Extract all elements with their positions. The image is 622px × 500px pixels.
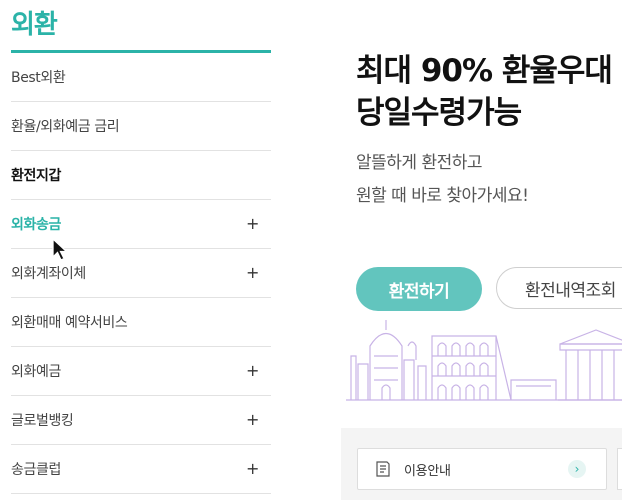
usage-guide-card[interactable]: 이용안내 › [357,448,607,490]
sidebar-item-label: Best외환 [11,70,66,86]
sidebar-item-overseas-remittance[interactable]: 외화송금 + [11,200,271,249]
sidebar-item-fx-deposit[interactable]: 외화예금 + [11,347,271,396]
sidebar: 외환 Best외환 환율/외화예금 금리 환전지갑 외화송금 + 외화계좌이체 … [0,0,271,500]
secondary-info-card[interactable] [617,448,622,490]
hero-subtitle-line2: 원할 때 바로 찾아가세요! [356,186,529,206]
hero-title-line2: 당일수령가능 [356,95,522,131]
sidebar-item-label: 외화송금 [11,217,61,233]
sidebar-item-remittance-club[interactable]: 송금클럽 + [11,445,271,494]
sidebar-item-label: 외화계좌이체 [11,266,86,282]
plus-icon[interactable]: + [246,410,259,429]
hero-subtitle-line1: 알뜰하게 환전하고 [356,153,483,173]
sidebar-item-label: 외환매매 예약서비스 [11,315,128,331]
hero-subtitle: 알뜰하게 환전하고 원할 때 바로 찾아가세요! [356,147,529,213]
sidebar-item-label: 송금클럽 [11,462,61,478]
hero-title-line1: 최대 90% 환율우대 [356,53,613,89]
mouse-cursor-icon [52,238,69,261]
plus-icon[interactable]: + [246,214,259,233]
sidebar-item-global-banking[interactable]: 글로벌뱅킹 + [11,396,271,445]
sidebar-item-label: 환율/외화예금 금리 [11,119,120,135]
sidebar-title: 외환 [11,10,58,40]
usage-guide-label: 이용안내 [404,463,451,479]
exchange-history-button[interactable]: 환전내역조회 [496,267,622,309]
plus-icon[interactable]: + [246,361,259,380]
sidebar-item-exchange-wallet[interactable]: 환전지갑 [11,151,271,200]
hero-title: 최대 90% 환율우대 당일수령가능 [356,50,613,134]
plus-icon[interactable]: + [246,263,259,282]
sidebar-item-fx-reservation[interactable]: 외환매매 예약서비스 [11,298,271,347]
sidebar-item-fx-account-transfer[interactable]: 외화계좌이체 + [11,249,271,298]
sidebar-item-label: 환전지갑 [11,168,61,184]
sidebar-item-label: 글로벌뱅킹 [11,413,74,429]
chevron-right-icon[interactable]: › [568,460,586,478]
main-content: 최대 90% 환율우대 당일수령가능 알뜰하게 환전하고 원할 때 바로 찾아가… [271,0,622,500]
exchange-button[interactable]: 환전하기 [356,267,482,311]
plus-icon[interactable]: + [246,459,259,478]
sidebar-item-exchange-rates[interactable]: 환율/외화예금 금리 [11,102,271,151]
sidebar-item-best-fx[interactable]: Best외환 [11,53,271,102]
sidebar-item-label: 외화예금 [11,364,61,380]
sidebar-menu: Best외환 환율/외화예금 금리 환전지갑 외화송금 + 외화계좌이체 + 외… [11,53,271,494]
city-skyline-illustration [346,320,622,401]
document-icon [376,461,390,477]
